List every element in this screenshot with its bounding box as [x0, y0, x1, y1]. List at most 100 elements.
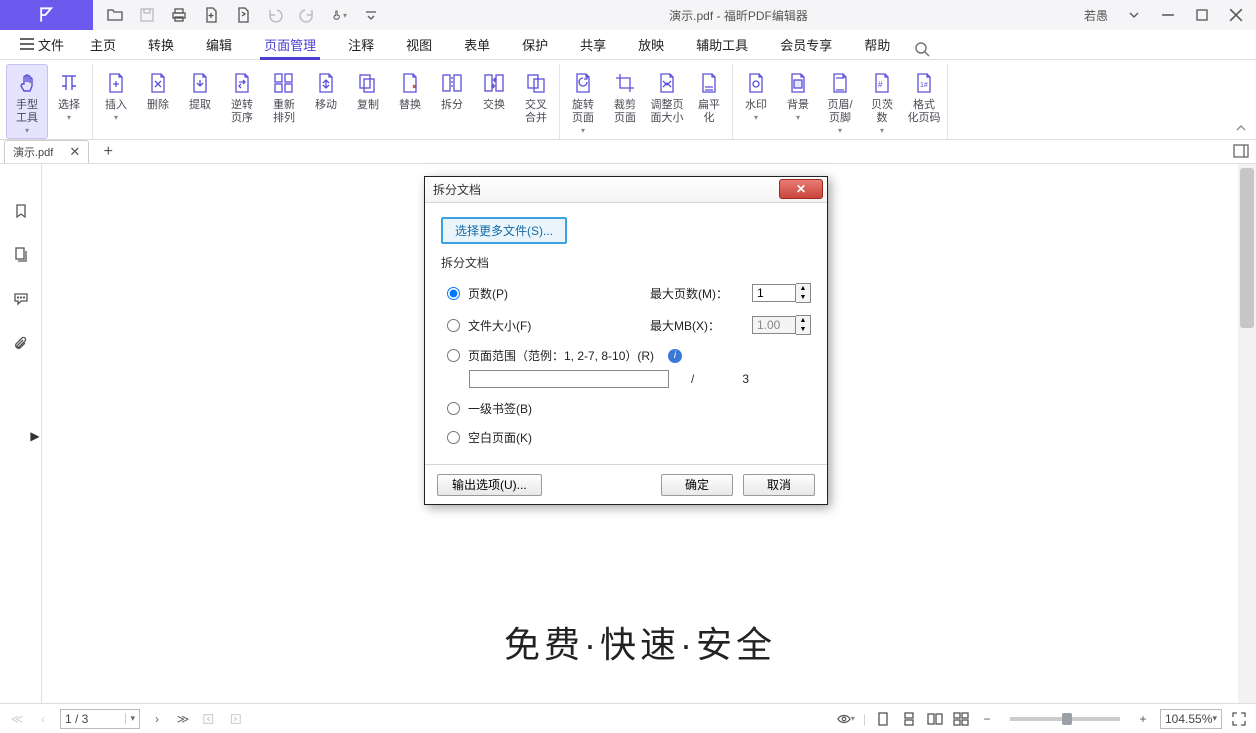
tab-8[interactable]: 共享	[564, 29, 622, 59]
option-range-radio[interactable]	[447, 349, 460, 362]
tab-0[interactable]: 主页	[74, 29, 132, 59]
ribbon-贝茨[interactable]: #贝茨数▾	[861, 64, 903, 139]
tab-9[interactable]: 放映	[622, 29, 680, 59]
document-tab[interactable]: 演示.pdf ✕	[4, 140, 89, 163]
ribbon-重新[interactable]: 重新排列	[263, 64, 305, 139]
ribbon-删除[interactable]: 删除	[137, 64, 179, 139]
ribbon-移动[interactable]: 移动	[305, 64, 347, 139]
spin-down[interactable]: ▼	[796, 293, 810, 302]
ribbon-旋转[interactable]: 旋转页面▾	[562, 64, 604, 139]
continuous-icon[interactable]	[900, 710, 918, 728]
maximize-button[interactable]	[1194, 7, 1210, 23]
option-blank-radio[interactable]	[447, 431, 460, 444]
app-logo[interactable]	[0, 0, 93, 30]
ribbon-调整页[interactable]: 调整页面大小	[646, 64, 688, 139]
comments-icon[interactable]	[12, 290, 30, 308]
ribbon-交叉[interactable]: 交叉合并	[515, 64, 557, 139]
ok-button[interactable]: 确定	[661, 474, 733, 496]
zoom-slider-knob[interactable]	[1062, 713, 1072, 725]
ribbon-水印[interactable]: 水印▾	[735, 64, 777, 139]
minimize-button[interactable]	[1160, 7, 1176, 23]
user-name[interactable]: 若愚	[1084, 7, 1108, 24]
range-total: 3	[742, 372, 749, 386]
tab-12[interactable]: 帮助	[848, 29, 906, 59]
tab-6[interactable]: 表单	[448, 29, 506, 59]
zoom-in-icon[interactable]: +	[1134, 710, 1152, 728]
ribbon-裁剪[interactable]: 裁剪页面	[604, 64, 646, 139]
qat-more-icon[interactable]	[363, 7, 379, 23]
ribbon-替换[interactable]: 替换	[389, 64, 431, 139]
option-filesize-radio[interactable]	[447, 319, 460, 332]
zoom-slider[interactable]	[1010, 717, 1120, 721]
ribbon-拆分[interactable]: 拆分	[431, 64, 473, 139]
read-mode-icon[interactable]: ▾	[837, 710, 855, 728]
open-icon[interactable]	[107, 7, 123, 23]
tab-3[interactable]: 页面管理	[248, 29, 332, 59]
dialog-title-bar[interactable]: 拆分文档 ✕	[425, 177, 827, 203]
next-page-icon[interactable]: ›	[148, 710, 166, 728]
zoom-percent-field[interactable]: 104.55% ▾	[1160, 709, 1222, 729]
document-tab-bar: 演示.pdf ✕ +	[0, 140, 1256, 164]
single-page-icon[interactable]	[874, 710, 892, 728]
option-bookmark-row: 一级书签(B)	[447, 400, 811, 417]
dialog-close-button[interactable]: ✕	[779, 179, 823, 199]
ribbon-插入[interactable]: 插入▾	[95, 64, 137, 139]
export-icon[interactable]	[235, 7, 251, 23]
page-dropdown-icon[interactable]: ▾	[125, 713, 135, 724]
pages-icon[interactable]	[12, 246, 30, 264]
max-mb-input	[752, 316, 796, 334]
add-tab-icon[interactable]: +	[99, 143, 117, 161]
scrollbar-thumb[interactable]	[1240, 168, 1254, 328]
tab-11[interactable]: 会员专享	[764, 29, 848, 59]
ribbon-页眉/[interactable]: 页眉/页脚▾	[819, 64, 861, 139]
fullscreen-icon[interactable]	[1230, 710, 1248, 728]
ribbon-扁平[interactable]: 扁平化	[688, 64, 730, 139]
close-button[interactable]	[1228, 7, 1244, 23]
ribbon-背景[interactable]: 背景▾	[777, 64, 819, 139]
collapse-ribbon-icon[interactable]	[1234, 121, 1248, 135]
tab-2[interactable]: 编辑	[190, 29, 248, 59]
nav-fwd-icon	[226, 710, 244, 728]
attachments-icon[interactable]	[12, 334, 30, 352]
option-bookmark-radio[interactable]	[447, 402, 460, 415]
ribbon-复制[interactable]: 复制	[347, 64, 389, 139]
close-tab-icon[interactable]: ✕	[69, 144, 80, 160]
cancel-button[interactable]: 取消	[743, 474, 815, 496]
file-menu[interactable]: 文件	[10, 29, 74, 59]
panel-toggle-icon[interactable]	[1232, 142, 1250, 160]
spin-up[interactable]: ▲	[796, 284, 810, 293]
tab-1[interactable]: 转换	[132, 29, 190, 59]
info-icon[interactable]: i	[668, 349, 682, 363]
window-title: 演示.pdf - 福昕PDF编辑器	[393, 7, 1084, 24]
print-icon[interactable]	[171, 7, 187, 23]
zoom-dropdown-icon[interactable]: ▾	[1212, 713, 1217, 724]
page-number-field[interactable]: 1 / 3 ▾	[60, 709, 140, 729]
bookmark-icon[interactable]	[12, 202, 30, 220]
ribbon-格式[interactable]: 1#格式化页码	[903, 64, 945, 139]
tab-7[interactable]: 保护	[506, 29, 564, 59]
facing-continuous-icon[interactable]	[952, 710, 970, 728]
scrollbar[interactable]	[1238, 164, 1256, 703]
touch-mode-icon[interactable]: ▾	[331, 7, 347, 23]
last-page-icon[interactable]: ≫	[174, 710, 192, 728]
spin-down[interactable]: ▼	[796, 325, 810, 334]
zoom-out-icon[interactable]: −	[978, 710, 996, 728]
ribbon-手型[interactable]: 手型工具▾	[6, 64, 48, 139]
ribbon-逆转[interactable]: 逆转页序	[221, 64, 263, 139]
chevron-down-icon[interactable]	[1126, 7, 1142, 23]
facing-icon[interactable]	[926, 710, 944, 728]
tab-5[interactable]: 视图	[390, 29, 448, 59]
search-icon[interactable]	[912, 39, 932, 59]
spin-up[interactable]: ▲	[796, 316, 810, 325]
expand-rail-icon[interactable]: ▶	[29, 424, 41, 448]
max-pages-input[interactable]	[752, 284, 796, 302]
output-options-button[interactable]: 输出选项(U)...	[437, 474, 542, 496]
new-doc-icon[interactable]	[203, 7, 219, 23]
ribbon-选择[interactable]: 选择▾	[48, 64, 90, 139]
select-more-files-button[interactable]: 选择更多文件(S)...	[441, 217, 567, 244]
ribbon-交换[interactable]: 交换	[473, 64, 515, 139]
ribbon-提取[interactable]: 提取	[179, 64, 221, 139]
tab-10[interactable]: 辅助工具	[680, 29, 764, 59]
tab-4[interactable]: 注释	[332, 29, 390, 59]
option-pages-radio[interactable]	[447, 287, 460, 300]
